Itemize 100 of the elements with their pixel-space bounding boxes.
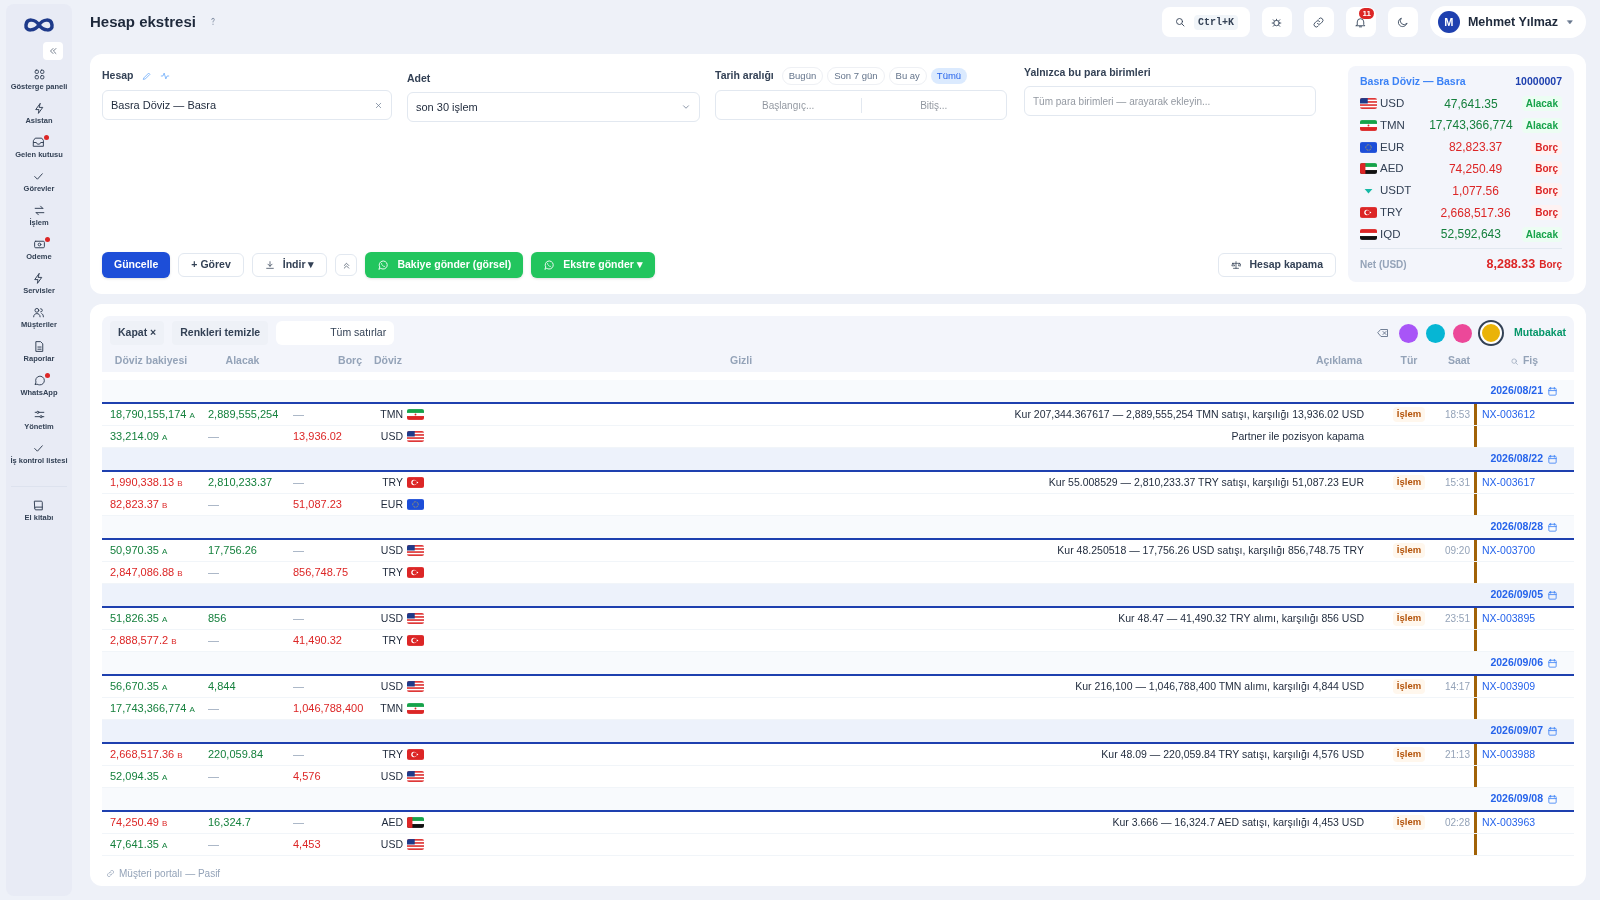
table-cell-text: 51,087.23 — [292, 497, 343, 513]
table-cell-text: 50,970.35 A — [109, 543, 169, 559]
table-cell-text: — — [207, 565, 220, 581]
table-cell-text: 56,670.35 A — [109, 679, 169, 695]
whatsapp-icon — [377, 259, 390, 271]
link-icon — [106, 869, 115, 878]
currency-code: USD — [1380, 96, 1406, 111]
table-cell-text: 4,576 — [292, 769, 322, 785]
date-preset-chip[interactable]: Tümü — [930, 67, 968, 85]
table-cell-text: USD — [380, 678, 403, 694]
swap-icon — [32, 204, 46, 217]
balance-amount: 52,592,643 — [1439, 226, 1502, 244]
field-label: Yalnızca bu para birimleri — [1024, 65, 1152, 80]
table-cell-text: TMN — [380, 406, 403, 422]
download-icon — [264, 260, 275, 270]
reconcile-button[interactable]: Mutabakat — [1514, 325, 1566, 341]
receipt-link[interactable]: NX-003963 — [1482, 814, 1536, 831]
start-date-field[interactable]: Başlangıç... — [716, 97, 861, 113]
balance-amount: 2,668,517.36 — [1439, 204, 1512, 222]
collapse-filters-button[interactable] — [335, 254, 358, 276]
table-cell-text: 2,668,517.36 B — [109, 747, 184, 763]
close-account-button[interactable]: Hesap kapama — [1218, 253, 1336, 277]
inbox-icon — [32, 136, 46, 149]
close-icon[interactable] — [374, 100, 383, 110]
table-cell: 02:28 — [1444, 817, 1470, 828]
account-select[interactable]: Basra Döviz — Basra — [102, 90, 392, 120]
table-cell-text: — — [292, 611, 305, 627]
search-icon — [1173, 16, 1186, 28]
table-cell: Kur 207,344.367617 — 2,889,555,254 TMN satışı, karşılığı 13,936.02 USD — [1014, 408, 1364, 421]
currency-code: TMN — [1380, 117, 1406, 133]
table-cell-text: 52,094.35 A — [109, 769, 169, 785]
table-cell-text: 17,743,366,774 A — [109, 701, 196, 717]
receipt-link[interactable]: NX-003909 — [1482, 678, 1536, 695]
activity-icon[interactable] — [159, 71, 170, 81]
net-side-label: Borç — [1539, 258, 1562, 273]
net-amount: 8,288.33 — [1486, 256, 1536, 274]
color-swatch[interactable] — [1399, 323, 1419, 343]
table-cell-text: TRY — [382, 564, 403, 580]
double-chevron-up-icon — [341, 260, 351, 270]
table-cell: 23:51 — [1444, 613, 1470, 624]
type-badge: İşlem — [1392, 815, 1426, 830]
table-cell-text: — — [207, 769, 220, 785]
table-cell-text: — — [207, 701, 220, 717]
clear-colors-button[interactable]: Renkleri temizle — [172, 321, 269, 345]
end-date-field[interactable]: Bitiş... — [860, 97, 1006, 113]
user-menu-button[interactable]: M Mehmet Yılmaz — [1429, 6, 1586, 38]
table-cell-text: 2,889,555,254 — [207, 407, 280, 423]
table-cell-text: USD — [380, 768, 403, 784]
row-filter-select[interactable]: Tüm satırlar — [276, 321, 395, 345]
close-button[interactable]: Kapat × — [110, 321, 165, 345]
table-cell-text: — — [207, 429, 220, 445]
grid-icon — [32, 68, 46, 81]
receipt-link[interactable]: NX-003988 — [1482, 746, 1536, 763]
table-cell: Kur 216,100 — 1,046,788,400 TMN alımı, karşılığı 4,844 USD — [1075, 680, 1364, 693]
table-cell-text: 74,250.49 B — [109, 815, 169, 831]
balance-amount: 82,823.37 — [1447, 139, 1504, 157]
table-cell-text: TRY — [382, 474, 403, 490]
search-button[interactable]: Ctrl+K — [1161, 7, 1250, 37]
receipt-link[interactable]: NX-003617 — [1482, 474, 1536, 491]
table-cell-text: 220,059.84 — [207, 747, 265, 763]
table-cell-text: 41,490.32 — [292, 633, 343, 649]
receipt-link[interactable]: NX-003612 — [1482, 406, 1536, 423]
currency-filter-field[interactable]: Tüm para birimleri — arayarak ekleyin... — [1024, 86, 1316, 116]
bell-icon — [1354, 15, 1368, 29]
color-swatch[interactable] — [1453, 323, 1473, 343]
link-button[interactable] — [1303, 7, 1334, 37]
table-cell-text: USD — [380, 836, 403, 852]
table-cell-text: 16,324.7 — [207, 815, 252, 831]
table-cell-text: — — [292, 543, 305, 559]
date-label: 2026/09/05 — [1490, 587, 1543, 603]
balance-side-label: Borç — [1531, 205, 1562, 221]
currency-code: EUR — [1380, 139, 1406, 155]
pencil-icon[interactable] — [141, 71, 152, 81]
receipt-link[interactable]: NX-003700 — [1482, 542, 1536, 559]
bug-button[interactable] — [1261, 7, 1292, 37]
currency-code: IQD — [1380, 226, 1402, 242]
balance-amount: 47,641.35 — [1443, 95, 1499, 113]
receipt-link[interactable]: NX-003895 — [1482, 610, 1536, 627]
add-task-button[interactable]: + Görev — [178, 253, 244, 277]
balance-amount: 74,250.49 — [1447, 161, 1504, 178]
table-cell: Kur 55.008529 — 2,810,233.37 TRY satışı, karşılığı 51,087.23 EUR — [1048, 476, 1364, 489]
download-button[interactable]: İndir ▾ — [251, 253, 328, 277]
notifications-button[interactable]: 11 — [1345, 7, 1376, 37]
moon-icon — [1396, 15, 1410, 29]
currency-code: USDT — [1380, 183, 1413, 199]
count-select[interactable]: son 30 işlem — [407, 92, 700, 122]
table-cell-text: 82,823.37 B — [109, 497, 169, 513]
color-swatch[interactable] — [1426, 323, 1446, 343]
collapse-button[interactable] — [43, 42, 63, 60]
caret-icon — [1566, 18, 1574, 26]
theme-button[interactable] — [1387, 7, 1418, 37]
table-cell-text: 47,641.35 A — [109, 837, 169, 853]
logo-icon — [23, 16, 55, 34]
user-avatar: M — [1437, 11, 1460, 33]
refresh-button[interactable]: Güncelle — [102, 252, 171, 278]
field-label: Tarih aralığı — [715, 68, 774, 84]
table-cell: 18:53 — [1444, 409, 1470, 420]
color-swatch[interactable] — [1480, 322, 1503, 344]
table-cell-text: 856 — [207, 611, 228, 627]
account-number: 10000007 — [1515, 74, 1562, 89]
